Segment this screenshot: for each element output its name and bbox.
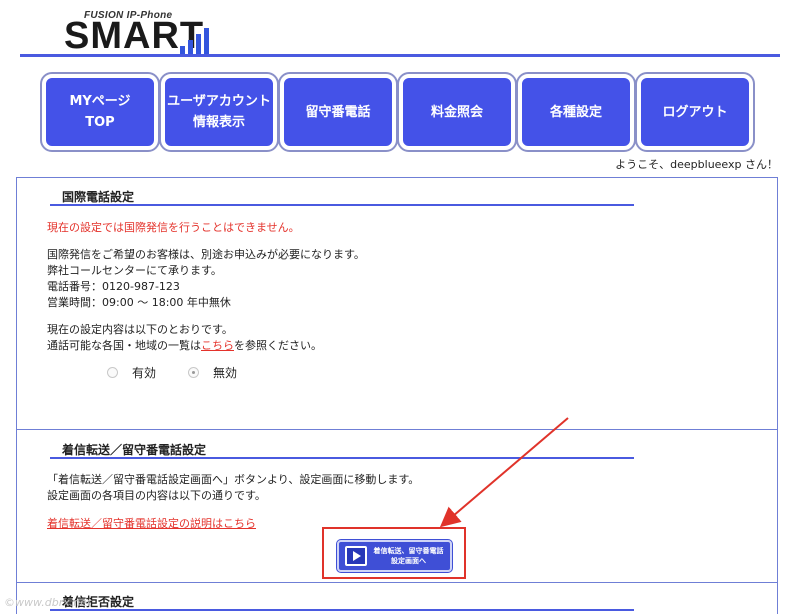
section-rule <box>50 609 634 611</box>
signal-bars-icon <box>180 26 210 54</box>
international-warning: 現在の設定では国際発信を行うことはできません。 <box>47 221 300 234</box>
radio-disabled[interactable] <box>188 367 199 378</box>
section-rule <box>50 204 634 206</box>
section-title-international: 国際電話設定 <box>62 190 135 204</box>
radio-disabled-option[interactable]: 無効 <box>188 364 237 381</box>
forwarding-settings-button-label: 着信転送、留守番電話 設定画面へ <box>373 547 444 565</box>
header-divider <box>20 54 780 57</box>
radio-enabled-option[interactable]: 有効 <box>107 364 156 381</box>
nav-user-account-button[interactable]: ユーザアカウント 情報表示 <box>159 72 279 152</box>
info-line-phone: 電話番号：0120-987-123 <box>47 280 180 293</box>
countries-link[interactable]: こちら <box>201 339 234 352</box>
main-nav: MYページ TOP ユーザアカウント 情報表示 留守番電話 料金照会 各種設定 … <box>40 72 755 152</box>
nav-billing-button[interactable]: 料金照会 <box>397 72 517 152</box>
info-line: 国際発信をご希望のお客様は、別途お申込みが必要になります。 <box>47 248 365 261</box>
play-icon <box>345 546 367 566</box>
radio-enabled-label: 有効 <box>132 366 157 380</box>
radio-enabled[interactable] <box>107 367 118 378</box>
forwarding-help-link[interactable]: 着信転送／留守番電話設定の説明はこちら <box>47 516 256 532</box>
welcome-message: ようこそ、deepblueexp さん！ <box>615 158 778 171</box>
section-rule <box>50 457 634 459</box>
info-line-hours: 営業時間：09:00 〜 18:00 年中無休 <box>47 296 231 309</box>
section-divider <box>16 582 778 583</box>
countries-suffix: を参照ください。 <box>234 339 322 352</box>
section-title-forwarding: 着信転送／留守番電話設定 <box>62 443 207 457</box>
current-settings-text: 現在の設定内容は以下のとおりです。 <box>47 323 233 336</box>
countries-text: 通話可能な各国・地域の一覧はこちらを参照ください。 <box>47 338 322 354</box>
watermark: ©www.dbrx.net <box>4 596 92 609</box>
countries-prefix: 通話可能な各国・地域の一覧は <box>47 339 201 352</box>
forwarding-settings-button[interactable]: 着信転送、留守番電話 設定画面へ <box>336 539 453 573</box>
nav-mypage-top-button[interactable]: MYページ TOP <box>40 72 160 152</box>
forwarding-description-2: 設定画面の各項目の内容は以下の通りです。 <box>47 489 266 502</box>
nav-logout-button[interactable]: ログアウト <box>635 72 755 152</box>
radio-disabled-label: 無効 <box>213 366 238 380</box>
nav-voicemail-button[interactable]: 留守番電話 <box>278 72 398 152</box>
section-divider <box>16 429 778 430</box>
nav-settings-button[interactable]: 各種設定 <box>516 72 636 152</box>
forwarding-description: 「着信転送／留守番電話設定画面へ」ボタンより、設定画面に移動します。 <box>47 473 420 486</box>
info-line: 弊社コールセンターにて承ります。 <box>47 264 222 277</box>
site-logo[interactable]: FUSION IP-Phone SMART <box>62 10 212 56</box>
